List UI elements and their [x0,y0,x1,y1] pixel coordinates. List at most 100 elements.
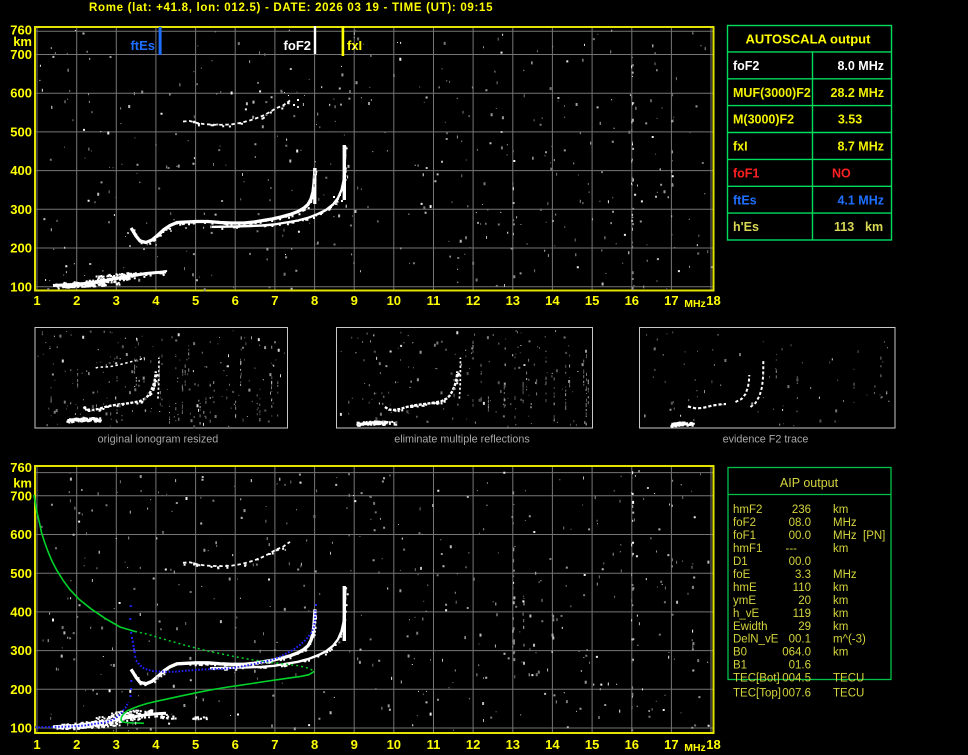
svg-text:8: 8 [311,293,318,308]
svg-text:12: 12 [466,293,480,308]
svg-text:13: 13 [506,737,520,752]
svg-text:evidence F2 trace: evidence F2 trace [723,434,809,446]
svg-text:MHz: MHz [833,530,857,542]
svg-text:01.6: 01.6 [789,660,811,672]
svg-text:km: km [833,621,848,633]
svg-text:MHz: MHz [833,517,857,529]
svg-text:D1: D1 [733,556,748,568]
svg-text:m^(-3): m^(-3) [833,634,866,646]
svg-text:119: 119 [793,608,811,620]
svg-text:AUTOSCALA output: AUTOSCALA output [746,32,872,47]
svg-text:B1: B1 [733,660,747,672]
svg-text:hmE: hmE [733,582,757,594]
svg-text:064.0: 064.0 [782,647,811,659]
svg-text:km: km [833,504,848,516]
svg-text:7: 7 [271,737,278,752]
svg-text:00.0: 00.0 [789,556,811,568]
svg-text:29: 29 [798,621,811,633]
svg-text:km: km [833,543,848,555]
svg-text:---: --- [786,543,798,555]
svg-text:3.53: 3.53 [838,113,862,127]
svg-text:500: 500 [10,566,32,581]
svg-text:10: 10 [387,293,401,308]
svg-text:20: 20 [798,595,811,607]
svg-text:ftEs: ftEs [130,38,155,53]
svg-text:4: 4 [152,737,160,752]
svg-text:16: 16 [625,737,639,752]
svg-text:DelN_vE: DelN_vE [733,634,779,646]
svg-text:6: 6 [232,293,239,308]
svg-text:km: km [833,608,848,620]
svg-text:16: 16 [625,293,639,308]
svg-text:004.5: 004.5 [782,673,811,685]
svg-text:14: 14 [545,293,560,308]
svg-text:6: 6 [232,737,239,752]
svg-text:400: 400 [10,605,32,620]
svg-text:5: 5 [192,293,199,308]
svg-text:700: 700 [10,488,32,503]
svg-text:00.1: 00.1 [789,634,811,646]
svg-text:foF2: foF2 [284,38,311,53]
svg-text:1: 1 [33,293,40,308]
svg-text:8.0 MHz: 8.0 MHz [837,59,884,73]
svg-text:236: 236 [792,504,811,516]
svg-text:M(3000)F2: M(3000)F2 [733,113,794,127]
svg-text:11: 11 [427,737,441,752]
svg-text:foF2: foF2 [733,517,756,529]
svg-text:4: 4 [152,293,160,308]
svg-text:300: 300 [10,643,32,658]
svg-text:15: 15 [585,293,599,308]
svg-text:7: 7 [271,293,278,308]
svg-text:km: km [833,582,848,594]
svg-text:NO: NO [832,166,851,180]
svg-text:TECU: TECU [833,673,864,685]
svg-text:foF1: foF1 [733,166,759,180]
svg-text:foE: foE [733,569,751,581]
svg-text:TEC[Bot]: TEC[Bot] [733,673,780,685]
svg-text:300: 300 [10,202,32,217]
svg-text:MUF(3000)F2: MUF(3000)F2 [733,86,811,100]
svg-text:fxI: fxI [347,38,362,53]
svg-text:ymE: ymE [733,595,756,607]
svg-text:foF1: foF1 [733,530,756,542]
svg-text:28.2 MHz: 28.2 MHz [831,86,885,100]
svg-text:08.0: 08.0 [789,517,811,529]
svg-text:9: 9 [351,293,358,308]
svg-text:18: 18 [706,737,720,752]
svg-text:200: 200 [10,241,32,256]
svg-text:TEC[Top]: TEC[Top] [733,687,781,699]
svg-text:Rome (lat: +41.8, lon: 012.5): Rome (lat: +41.8, lon: 012.5) - DATE: 20… [89,2,493,14]
svg-text:h'Es: h'Es [733,220,759,234]
svg-text:km: km [865,220,883,234]
svg-text:10: 10 [387,737,401,752]
svg-text:110: 110 [793,582,811,594]
svg-text:600: 600 [10,527,32,542]
svg-text:fxI: fxI [733,140,748,154]
svg-text:2: 2 [73,293,80,308]
svg-text:100: 100 [10,279,32,294]
svg-text:foF2: foF2 [733,59,759,73]
svg-text:17: 17 [664,293,678,308]
svg-text:600: 600 [10,86,32,101]
svg-text:B0: B0 [733,647,747,659]
svg-text:13: 13 [506,293,520,308]
svg-text:12: 12 [466,737,480,752]
svg-text:007.6: 007.6 [782,687,811,699]
svg-text:8.7 MHz: 8.7 MHz [837,140,884,154]
svg-text:8: 8 [311,737,318,752]
svg-text:MHz: MHz [684,742,706,754]
svg-text:113: 113 [834,220,854,234]
svg-text:[PN]: [PN] [863,530,885,542]
svg-text:MHz: MHz [833,569,857,581]
svg-text:400: 400 [10,163,32,178]
svg-text:00.0: 00.0 [789,530,811,542]
svg-text:MHz: MHz [684,298,706,310]
svg-text:km: km [833,647,848,659]
svg-text:15: 15 [585,737,599,752]
svg-text:200: 200 [10,682,32,697]
svg-text:760: 760 [10,460,32,475]
svg-text:2: 2 [73,737,80,752]
svg-text:100: 100 [10,721,32,736]
svg-text:TECU: TECU [833,687,864,699]
svg-text:AIP output: AIP output [780,476,839,490]
